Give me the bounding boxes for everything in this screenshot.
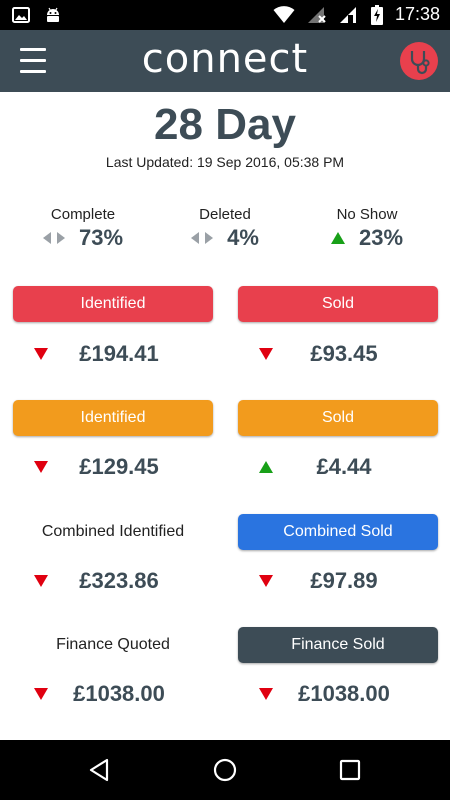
status-bar: 17:38 <box>0 0 450 30</box>
neutral-trend-icon <box>191 232 214 244</box>
page-title: 28 Day <box>154 100 296 149</box>
status-time: 17:38 <box>394 4 440 24</box>
battery-charging-icon <box>370 4 383 25</box>
down-arrow-icon <box>259 575 273 587</box>
stat-label: Complete <box>50 206 116 223</box>
sold-orange-button[interactable]: Sold <box>238 400 438 436</box>
down-arrow-icon <box>34 688 48 700</box>
cellular-no-sim-icon <box>307 6 326 23</box>
finance-quoted-label: Finance Quoted <box>56 636 170 653</box>
navigation-bar <box>0 740 450 800</box>
cellular-signal-icon <box>339 6 356 23</box>
last-updated: Last Updated: 19 Sep 2016, 05:38 PM <box>105 154 345 170</box>
finance-quoted-amount: £1038.00 <box>13 676 213 712</box>
stat-value: 4% <box>227 225 259 250</box>
combined-sold-amount: £97.89 <box>238 563 438 599</box>
finance-sold-amount: £1038.00 <box>238 676 438 712</box>
up-arrow-icon <box>259 461 273 473</box>
stat-label: Deleted <box>199 206 251 223</box>
sold-orange-amount: £4.44 <box>238 449 438 485</box>
combined-identified-amount: £323.86 <box>13 563 213 599</box>
combined-sold-button[interactable]: Combined Sold <box>238 514 438 550</box>
up-arrow-icon <box>330 232 345 244</box>
neutral-trend-icon <box>42 232 65 244</box>
sold-red-button[interactable]: Sold <box>238 286 438 322</box>
identified-red-amount: £194.41 <box>13 336 213 372</box>
app-logo: connect <box>141 36 309 82</box>
android-icon <box>47 7 59 22</box>
stat-deleted: Deleted 4% <box>150 206 300 251</box>
down-arrow-icon <box>34 575 48 587</box>
stat-value: 23% <box>358 225 404 250</box>
image-icon <box>12 7 30 23</box>
finance-sold-button[interactable]: Finance Sold <box>238 627 438 663</box>
down-arrow-icon <box>34 461 48 473</box>
down-arrow-icon <box>259 348 273 360</box>
amount-value: £1038.00 <box>298 681 390 706</box>
amount-value: £323.86 <box>79 568 159 593</box>
amount-value: £1038.00 <box>73 681 165 706</box>
down-arrow-icon <box>259 688 273 700</box>
app-bar: connect <box>0 30 450 92</box>
amount-value: £97.89 <box>310 568 378 593</box>
down-arrow-icon <box>34 348 48 360</box>
stat-label: No Show <box>336 206 398 223</box>
home-icon[interactable] <box>213 758 237 782</box>
stethoscope-icon[interactable] <box>400 42 438 80</box>
amount-value: £129.45 <box>79 454 159 479</box>
identified-orange-button[interactable]: Identified <box>13 400 213 436</box>
recents-icon[interactable] <box>339 759 361 781</box>
combined-identified-label: Combined Identified <box>41 523 185 540</box>
sold-red-amount: £93.45 <box>238 336 438 372</box>
amount-value: £93.45 <box>310 341 378 366</box>
wifi-icon <box>273 5 295 23</box>
back-icon[interactable] <box>88 758 110 782</box>
stat-no-show: No Show 23% <box>292 206 442 251</box>
identified-red-button[interactable]: Identified <box>13 286 213 322</box>
identified-orange-amount: £129.45 <box>13 449 213 485</box>
stat-complete: Complete 73% <box>8 206 158 251</box>
amount-value: £4.44 <box>316 454 372 479</box>
amount-value: £194.41 <box>79 341 159 366</box>
stat-value: 73% <box>78 225 124 250</box>
